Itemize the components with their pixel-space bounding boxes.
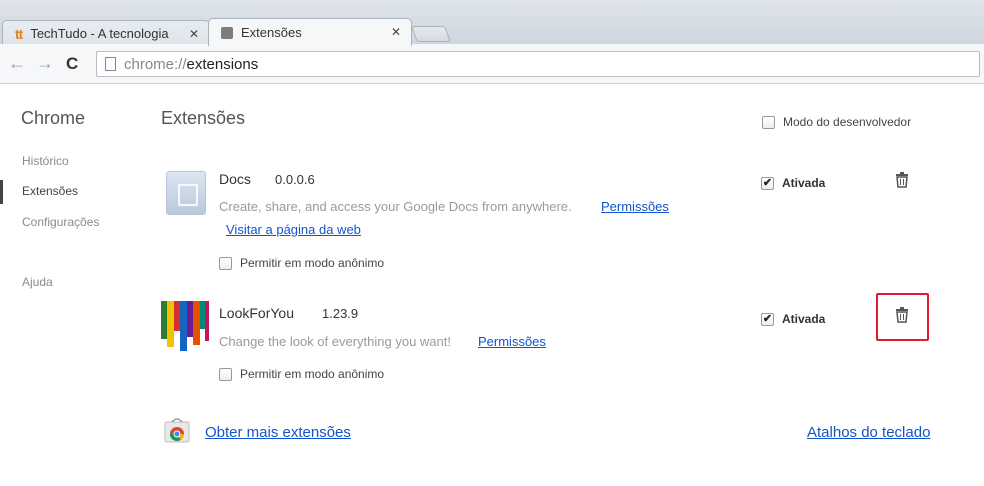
close-icon[interactable]: ✕ bbox=[189, 27, 199, 41]
incognito-toggle[interactable]: Permitir em modo anônimo bbox=[219, 256, 384, 270]
extension-description: Change the look of everything you want! bbox=[219, 334, 451, 349]
address-bar[interactable]: chrome://extensions bbox=[96, 51, 980, 77]
page-icon bbox=[105, 57, 116, 71]
permissions-link[interactable]: Permissões bbox=[601, 199, 669, 214]
tab-title: Extensões bbox=[241, 25, 302, 40]
sidebar-item-historico[interactable]: Histórico bbox=[22, 154, 69, 168]
back-arrow-icon[interactable]: ← bbox=[8, 53, 26, 74]
url-host: extensions bbox=[186, 55, 259, 73]
sidebar-title: Chrome bbox=[21, 108, 86, 128]
incognito-label: Permitir em modo anônimo bbox=[240, 367, 385, 381]
enabled-label: Ativada bbox=[782, 176, 826, 190]
url-scheme: chrome:// bbox=[124, 55, 187, 73]
puzzle-icon bbox=[221, 26, 233, 39]
extension-name: LookForYou bbox=[219, 305, 294, 321]
docs-extension-icon bbox=[166, 171, 206, 215]
sidebar-item-extensoes[interactable]: Extensões bbox=[22, 184, 78, 198]
enabled-toggle[interactable]: Ativada bbox=[761, 312, 825, 326]
chrome-web-store-icon bbox=[164, 418, 190, 443]
get-more-extensions-link[interactable]: Obter mais extensões bbox=[205, 424, 351, 441]
permissions-link[interactable]: Permissões bbox=[478, 334, 546, 349]
close-icon[interactable]: ✕ bbox=[391, 25, 401, 39]
extension-version: 0.0.0.6 bbox=[275, 172, 315, 187]
new-tab-button[interactable] bbox=[411, 26, 451, 42]
enabled-checkbox[interactable] bbox=[761, 176, 774, 190]
lookforyou-extension-icon bbox=[161, 301, 209, 351]
incognito-label: Permitir em modo anônimo bbox=[240, 256, 385, 270]
incognito-checkbox[interactable] bbox=[219, 256, 232, 270]
techtudo-logo-icon: tt bbox=[15, 25, 23, 42]
keyboard-shortcuts-link[interactable]: Atalhos do teclado bbox=[807, 424, 930, 441]
tab-strip: tt TechTudo - A tecnologia ✕ Extensões ✕ bbox=[0, 0, 984, 46]
sidebar-item-ajuda[interactable]: Ajuda bbox=[22, 275, 53, 289]
enabled-checkbox[interactable] bbox=[761, 312, 774, 326]
trash-icon[interactable] bbox=[895, 307, 909, 323]
incognito-checkbox[interactable] bbox=[219, 367, 232, 381]
developer-mode-label: Modo do desenvolvedor bbox=[783, 115, 912, 129]
toolbar: ← → C chrome://extensions bbox=[0, 44, 984, 84]
enabled-toggle[interactable]: Ativada bbox=[761, 176, 825, 190]
developer-mode-toggle[interactable]: Modo do desenvolvedor bbox=[762, 115, 911, 129]
visit-website-link[interactable]: Visitar a página da web bbox=[226, 222, 361, 237]
reload-icon[interactable]: C bbox=[66, 54, 78, 74]
developer-mode-checkbox[interactable] bbox=[762, 115, 775, 129]
extension-description: Create, share, and access your Google Do… bbox=[219, 199, 572, 214]
tab-title: TechTudo - A tecnologia bbox=[30, 26, 169, 41]
tab-techtudo[interactable]: tt TechTudo - A tecnologia ✕ bbox=[2, 20, 210, 46]
page-title: Extensões bbox=[161, 108, 246, 128]
tab-extensions[interactable]: Extensões ✕ bbox=[208, 18, 412, 46]
extension-name: Docs bbox=[219, 171, 251, 187]
selected-indicator bbox=[0, 180, 3, 204]
enabled-label: Ativada bbox=[782, 312, 826, 326]
incognito-toggle[interactable]: Permitir em modo anônimo bbox=[219, 367, 384, 381]
extension-version: 1.23.9 bbox=[322, 306, 359, 321]
forward-arrow-icon[interactable]: → bbox=[36, 53, 54, 74]
trash-icon[interactable] bbox=[895, 172, 909, 188]
sidebar-item-configuracoes[interactable]: Configurações bbox=[22, 215, 99, 229]
